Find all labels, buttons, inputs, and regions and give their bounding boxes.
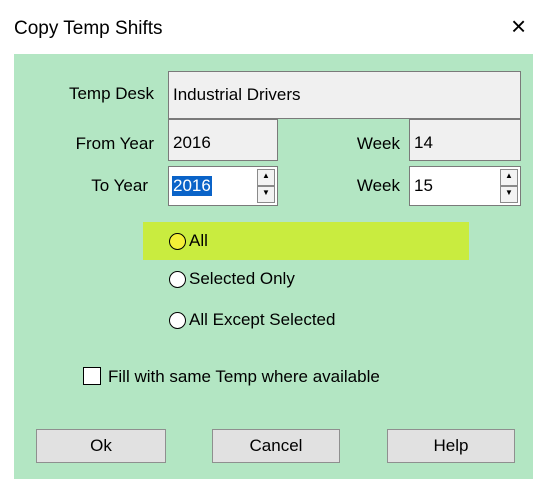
to-year-spinner[interactable]: 2016 ▲ ▼: [168, 166, 278, 206]
temp-desk-label: Temp Desk: [68, 84, 154, 103]
from-year-field: 2016: [168, 119, 278, 161]
title-bar: Copy Temp Shifts ×: [0, 0, 547, 54]
to-week-spinner[interactable]: 15 ▲ ▼: [409, 166, 521, 206]
selected-only-radio-label[interactable]: Selected Only: [189, 269, 295, 289]
to-week-input[interactable]: 15: [414, 176, 433, 196]
cancel-button[interactable]: Cancel: [212, 429, 340, 463]
radio-row-all[interactable]: All: [143, 222, 469, 260]
all-except-radio[interactable]: [169, 312, 186, 329]
from-week-label: Week: [356, 134, 400, 153]
from-week-field: 14: [409, 119, 521, 161]
to-year-spin-buttons: ▲ ▼: [257, 169, 275, 203]
fill-same-temp-checkbox[interactable]: [83, 367, 101, 385]
all-radio[interactable]: [169, 233, 186, 250]
dialog-title: Copy Temp Shifts: [14, 18, 163, 39]
radio-row-selected-only[interactable]: Selected Only: [143, 262, 469, 294]
help-button[interactable]: Help: [387, 429, 515, 463]
to-year-input[interactable]: 2016: [172, 176, 212, 196]
to-year-down-icon[interactable]: ▼: [257, 186, 275, 203]
selected-only-radio[interactable]: [169, 271, 186, 288]
all-radio-label[interactable]: All: [189, 231, 208, 251]
to-week-up-icon[interactable]: ▲: [500, 169, 518, 186]
fill-same-temp-label[interactable]: Fill with same Temp where available: [108, 367, 380, 387]
to-week-spin-buttons: ▲ ▼: [500, 169, 518, 203]
radio-row-all-except[interactable]: All Except Selected: [143, 303, 469, 335]
to-week-label: Week: [356, 176, 400, 195]
all-except-radio-label[interactable]: All Except Selected: [189, 310, 335, 330]
ok-button[interactable]: Ok: [36, 429, 166, 463]
to-week-down-icon[interactable]: ▼: [500, 186, 518, 203]
close-icon[interactable]: ×: [511, 13, 526, 39]
from-year-label: From Year: [75, 134, 154, 153]
to-year-label: To Year: [91, 176, 148, 195]
to-year-up-icon[interactable]: ▲: [257, 169, 275, 186]
temp-desk-field: Industrial Drivers: [168, 71, 521, 119]
